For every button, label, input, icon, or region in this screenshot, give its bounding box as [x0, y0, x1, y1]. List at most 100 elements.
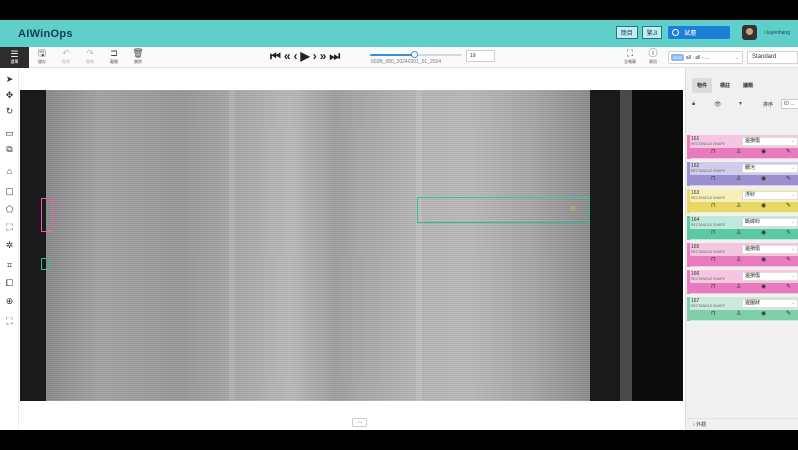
pin-icon[interactable]: ✎: [786, 148, 791, 155]
slider-knob[interactable]: [411, 51, 419, 58]
person-icon[interactable]: ♙: [736, 310, 741, 317]
pin-icon[interactable]: ✎: [786, 175, 791, 182]
lang-traditional-button[interactable]: 繁JI: [641, 26, 663, 39]
username: i.luyenhang: [764, 29, 790, 36]
eye-icon[interactable]: ◉: [761, 256, 766, 263]
prev-segment-icon[interactable]: «: [284, 49, 291, 63]
label-select[interactable]: 邊損傷 ⌄: [742, 137, 798, 146]
menu-button[interactable]: ☰ 選單: [0, 47, 29, 68]
object-item[interactable]: 163 RECTANGLE SHAPE 浮紗 ⌄ ⊓ ♙ ◉ ✎: [687, 189, 798, 213]
lock-icon[interactable]: ⊓: [711, 175, 716, 182]
label-select[interactable]: 斷緯紗 ⌄: [742, 218, 798, 227]
polygon-icon[interactable]: ⬠: [0, 202, 19, 216]
eye-icon[interactable]: ◉: [761, 283, 766, 290]
undo-button[interactable]: ↶ 復原: [57, 48, 75, 65]
person-icon[interactable]: ♙: [736, 175, 741, 182]
prev-frame-icon[interactable]: ‹: [294, 49, 298, 63]
person-icon[interactable]: ♙: [736, 229, 741, 236]
next-segment-icon[interactable]: »: [320, 49, 327, 63]
crop-icon[interactable]: ⌗: [0, 258, 19, 272]
eye-icon[interactable]: ◉: [761, 310, 766, 317]
caret-down-icon[interactable]: ▼: [738, 101, 743, 107]
info-label: 資訊: [649, 59, 657, 64]
person-icon[interactable]: ♙: [736, 256, 741, 263]
pin-icon[interactable]: ✎: [786, 310, 791, 317]
exit-button[interactable]: ⊐ 離開: [105, 48, 123, 65]
object-item[interactable]: 167 RECTANGLE SHAPE 邊圖狀 ⌄ ⊓ ♙ ◉ ✎: [687, 297, 798, 321]
lock-icon[interactable]: ⊓: [711, 229, 716, 236]
lock-icon[interactable]: ⊓: [711, 202, 716, 209]
frame-slider[interactable]: [370, 51, 462, 58]
next-frame-icon[interactable]: ›: [313, 49, 317, 63]
fit-icon[interactable]: ▭: [0, 126, 19, 140]
person-icon[interactable]: ♙: [736, 202, 741, 209]
avatar[interactable]: [742, 25, 758, 40]
label-select[interactable]: 邊圖狀 ⌄: [742, 299, 798, 308]
zoom-region-icon[interactable]: ⧉: [0, 142, 19, 156]
split-icon[interactable]: ⛶: [0, 220, 19, 234]
info-button[interactable]: ⓘ 資訊: [643, 48, 663, 65]
undo-icon: ↶: [62, 48, 70, 58]
image-edge-left: [20, 90, 46, 401]
label-select[interactable]: 浮紗 ⌄: [742, 191, 798, 200]
pin-icon[interactable]: ✎: [786, 229, 791, 236]
object-actions: ⊓ ♙ ◉ ✎: [687, 175, 798, 185]
person-icon[interactable]: ♙: [736, 148, 741, 155]
fit-screen-icon[interactable]: ⛶: [0, 314, 19, 328]
object-item[interactable]: 162 RECTANGLE SHAPE 髒污 ⌄ ⊓ ♙ ◉ ✎: [687, 162, 798, 186]
save-button[interactable]: 🖫 儲存: [33, 48, 51, 65]
object-item[interactable]: 161 RECTANGLE SHAPE 邊損傷 ⌄ ⊓ ♙ ◉ ✎: [687, 135, 798, 159]
view-mode-select[interactable]: Standard: [747, 51, 798, 64]
fullscreen-button[interactable]: ⛶ 全螢幕: [620, 48, 640, 65]
delete-button[interactable]: 🗑 刪除: [129, 48, 147, 65]
appearance-section[interactable]: › 外觀: [686, 418, 798, 430]
tab-objects[interactable]: 物件: [692, 78, 713, 93]
label-select[interactable]: 邊損傷 ⌄: [742, 272, 798, 281]
eye-icon[interactable]: ◉: [761, 175, 766, 182]
person-icon[interactable]: ♙: [736, 283, 741, 290]
bounding-box-pink[interactable]: [41, 198, 53, 232]
last-frame-icon[interactable]: ⏭: [329, 49, 340, 63]
bounding-box-teal-small[interactable]: [41, 258, 49, 270]
cursor-icon[interactable]: ➤: [0, 72, 19, 86]
play-icon[interactable]: ▶: [301, 49, 310, 63]
frame-number-input[interactable]: 19: [466, 50, 495, 62]
pin-icon[interactable]: ✎: [786, 283, 791, 290]
lock-icon[interactable]: 🔒︎: [692, 101, 695, 108]
canvas-area[interactable]: [|] ︿: [20, 68, 685, 430]
first-frame-icon[interactable]: ⏮: [270, 49, 281, 63]
object-item[interactable]: 165 RECTANGLE SHAPE 邊損傷 ⌄ ⊓ ♙ ◉ ✎: [687, 243, 798, 267]
lock-icon[interactable]: ⊓: [711, 256, 716, 263]
redo-button[interactable]: ↷ 重做: [81, 48, 99, 65]
pin-icon[interactable]: ✎: [786, 202, 791, 209]
lock-icon[interactable]: ⊓: [711, 148, 716, 155]
lock-icon[interactable]: ⊓: [711, 283, 716, 290]
bounding-box-teal[interactable]: [|]: [417, 197, 590, 223]
pin-icon[interactable]: ✎: [786, 256, 791, 263]
zoom-icon[interactable]: ⊕: [0, 294, 19, 308]
eye-icon[interactable]: ◉: [761, 229, 766, 236]
filter-select[interactable]: 0452 all - all - ... ⌄: [668, 51, 743, 64]
tab-issues[interactable]: 議題: [738, 78, 758, 93]
move-icon[interactable]: ✥: [0, 88, 19, 102]
rectangle-icon[interactable]: ▢: [0, 184, 19, 198]
magic-wand-icon[interactable]: ✲: [0, 238, 19, 252]
mode-toggle[interactable]: 試層: [668, 26, 731, 39]
tab-annotations[interactable]: 標註: [715, 78, 735, 93]
eye-icon[interactable]: ◉: [761, 148, 766, 155]
tag-icon[interactable]: ⌂: [0, 164, 19, 178]
collapse-panel-button[interactable]: ︿: [352, 418, 367, 427]
group-icon[interactable]: ⧠: [0, 276, 19, 290]
rotate-icon[interactable]: ↻: [0, 104, 19, 118]
label-select[interactable]: 邊損傷 ⌄: [742, 245, 798, 254]
label-select[interactable]: 髒污 ⌄: [742, 164, 798, 173]
lock-icon[interactable]: ⊓: [711, 310, 716, 317]
sort-select[interactable]: ID ...: [781, 99, 798, 109]
lang-simplified-button[interactable]: 簡目: [615, 26, 638, 39]
toolbar: ☰ 選單 🖫 儲存 ↶ 復原 ↷ 重做 ⊐ 離開 🗑 刪除 ⏮ «‹ ▶ ›» ⏭ 503B_080_20…: [0, 47, 798, 68]
object-item[interactable]: 166 RECTANGLE SHAPE 邊損傷 ⌄ ⊓ ♙ ◉ ✎: [687, 270, 798, 294]
fabric-image[interactable]: [|]: [20, 90, 683, 401]
eye-icon[interactable]: ◉: [761, 202, 766, 209]
eye-icon[interactable]: 👁︎: [714, 101, 722, 108]
object-item[interactable]: 164 RECTANGLE SHAPE 斷緯紗 ⌄ ⊓ ♙ ◉ ✎: [687, 216, 798, 240]
